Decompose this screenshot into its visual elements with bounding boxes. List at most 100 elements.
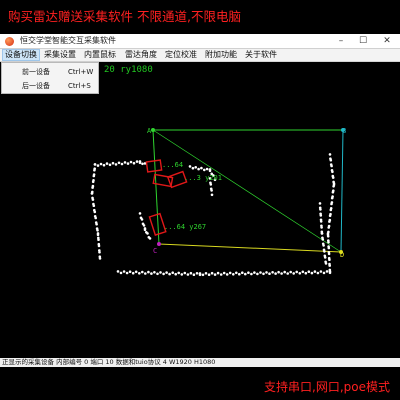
menu-capture-settings[interactable]: 采集设置	[42, 49, 78, 61]
radar-point	[194, 166, 197, 169]
radar-point	[197, 167, 200, 171]
radar-point	[180, 273, 184, 276]
radar-point	[210, 271, 214, 275]
radar-point	[102, 163, 106, 167]
radar-point	[93, 168, 96, 172]
radar-point	[259, 271, 262, 274]
dropdown-item-label: 前一设备	[22, 68, 50, 76]
radar-point	[319, 220, 323, 223]
radar-point	[96, 229, 99, 232]
corner-d-label: D	[340, 251, 344, 259]
radar-point	[97, 244, 101, 248]
promo-banner-top: 购买雷达赠送采集软件 不限通道,不限电脑	[8, 9, 241, 24]
minimize-button[interactable]: –	[332, 34, 350, 49]
radar-point	[91, 186, 94, 189]
radar-point	[208, 168, 212, 171]
radar-point	[93, 210, 97, 214]
radar-point	[138, 212, 142, 215]
radar-point	[117, 161, 121, 165]
menu-about[interactable]: 关于软件	[243, 49, 279, 61]
menu-device-switch[interactable]: 设备切换	[2, 49, 40, 61]
radar-point	[327, 251, 331, 254]
radar-point	[90, 192, 94, 195]
calibration-line-left	[152, 129, 160, 245]
radar-point	[225, 273, 229, 276]
radar-point	[328, 218, 332, 222]
radar-point	[201, 273, 205, 277]
radar-point	[120, 162, 124, 166]
radar-point	[250, 272, 253, 276]
touch-label-3: ...64 y267	[164, 223, 206, 231]
radar-point	[320, 232, 324, 235]
radar-point	[198, 272, 202, 275]
radar-point	[241, 271, 244, 274]
radar-point	[256, 272, 259, 276]
radar-point	[298, 272, 302, 275]
radar-point	[322, 271, 326, 275]
app-window: A B C D ...64 ...3 y201 ...64 y267 恒交学堂智…	[0, 34, 400, 367]
radar-point	[204, 272, 208, 275]
dropdown-item-next-device[interactable]: 后一设备 Ctrl+S	[2, 80, 98, 93]
corner-c-label: C	[153, 247, 157, 255]
radar-point	[192, 273, 196, 276]
radar-point	[177, 271, 180, 275]
radar-point	[207, 273, 211, 276]
radar-point	[195, 272, 199, 275]
radar-point	[247, 271, 250, 274]
maximize-button[interactable]: ☐	[354, 34, 372, 49]
radar-point	[168, 272, 171, 276]
device-switch-dropdown: 前一设备 Ctrl+W 后一设备 Ctrl+S	[1, 62, 99, 94]
radar-point	[238, 272, 241, 276]
menu-radar-angle[interactable]: 雷达角度	[123, 49, 159, 61]
radar-point	[329, 207, 333, 210]
radar-point	[134, 270, 138, 274]
radar-point	[327, 256, 331, 260]
radar-point	[174, 272, 177, 276]
radar-point	[156, 272, 159, 276]
radar-point	[262, 272, 265, 276]
close-button[interactable]: ✕	[378, 34, 396, 49]
corner-a-marker[interactable]	[151, 128, 155, 132]
radar-point	[148, 237, 152, 240]
radar-point	[289, 270, 293, 274]
radar-point	[131, 271, 135, 275]
radar-point	[141, 162, 144, 166]
menu-extra-features[interactable]: 附加功能	[203, 49, 239, 61]
radar-point	[228, 271, 232, 275]
radar-point	[188, 165, 192, 168]
radar-point	[93, 163, 97, 166]
radar-point	[323, 250, 326, 253]
radar-point	[322, 244, 325, 247]
radar-point	[319, 208, 322, 211]
radar-point	[244, 272, 247, 276]
corner-c-marker[interactable]	[157, 242, 161, 246]
title-bar[interactable]: 恒交学堂智能交互采集软件 – ☐ ✕	[0, 34, 400, 49]
radar-point	[205, 167, 209, 171]
radar-point	[111, 161, 115, 165]
radar-point	[138, 272, 141, 275]
radar-point	[150, 272, 153, 275]
radar-point	[146, 232, 149, 235]
radar-point	[325, 270, 329, 273]
radar-point	[331, 195, 334, 198]
dropdown-item-previous-device[interactable]: 前一设备 Ctrl+W	[2, 66, 98, 79]
radar-point	[320, 226, 323, 229]
app-logo-icon	[5, 37, 14, 46]
radar-point	[222, 271, 226, 275]
radar-point	[330, 201, 334, 204]
radar-point	[304, 271, 308, 275]
touch-label-1: ...64	[162, 161, 183, 169]
radar-point	[98, 250, 101, 254]
radar-point	[114, 163, 118, 166]
radar-point	[94, 216, 97, 220]
radar-point	[97, 238, 100, 241]
radar-point	[147, 270, 150, 274]
menu-position-calibration[interactable]: 定位校准	[163, 49, 199, 61]
radar-point	[213, 273, 217, 276]
radar-point	[122, 270, 126, 273]
menu-bar: 设备切换 采集设置 内置鼠标 雷达角度 定位校准 附加功能 关于软件	[0, 49, 400, 62]
menu-builtin-mouse[interactable]: 内置鼠标	[82, 49, 118, 61]
radar-point	[91, 198, 95, 201]
radar-point	[123, 161, 127, 164]
radar-point	[271, 271, 274, 274]
